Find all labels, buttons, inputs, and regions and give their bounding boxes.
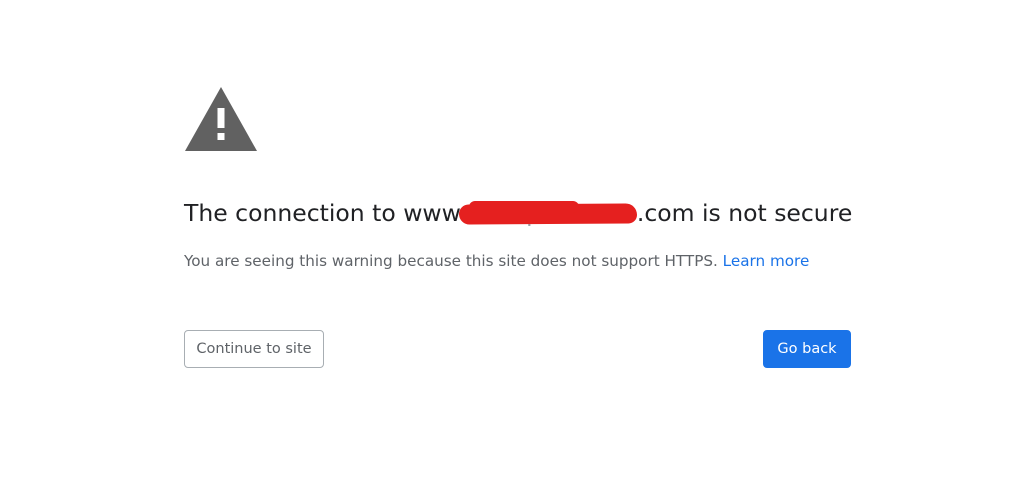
- redacted-domain: example: [458, 196, 637, 230]
- redaction-mark-stroke: [468, 201, 579, 213]
- page-title: The connection to wwwexample.com is not …: [184, 196, 852, 230]
- continue-to-site-button[interactable]: Continue to site: [184, 330, 324, 368]
- headline-suffix: .com is not secure: [636, 199, 853, 227]
- interstitial-page: The connection to wwwexample.com is not …: [0, 0, 1024, 477]
- headline-prefix: The connection to www: [184, 199, 461, 227]
- warning-description: You are seeing this warning because this…: [184, 250, 809, 272]
- go-back-button[interactable]: Go back: [763, 330, 851, 368]
- description-text: You are seeing this warning because this…: [184, 252, 718, 270]
- learn-more-link[interactable]: Learn more: [723, 252, 810, 270]
- warning-triangle-icon: [185, 87, 257, 151]
